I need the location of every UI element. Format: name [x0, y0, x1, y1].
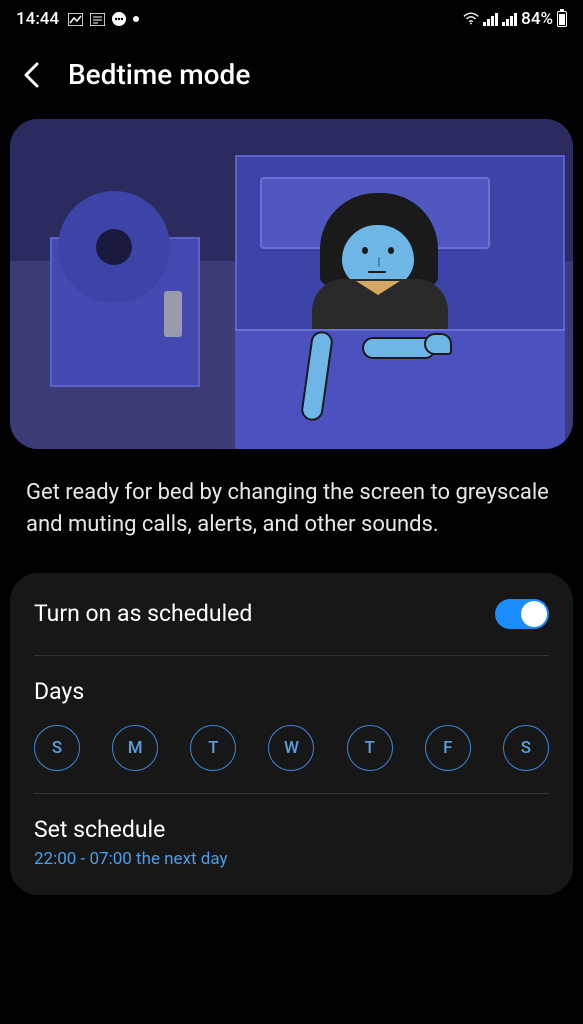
days-row: S M T W T F S [34, 725, 549, 771]
day-mon[interactable]: M [112, 725, 158, 771]
status-time: 14:44 [16, 9, 59, 29]
battery-percent: 84% [521, 9, 553, 29]
day-sun[interactable]: S [34, 725, 80, 771]
day-sat[interactable]: S [503, 725, 549, 771]
schedule-time: 22:00 - 07:00 the next day [34, 849, 549, 869]
status-bar: 14:44 84% [0, 0, 583, 38]
battery-icon [557, 11, 567, 27]
bedtime-illustration [10, 119, 573, 449]
chat-icon [111, 11, 127, 27]
day-fri[interactable]: F [425, 725, 471, 771]
days-section: Days S M T W T F S [34, 656, 549, 794]
gallery-icon [67, 11, 83, 27]
schedule-toggle[interactable] [495, 599, 549, 629]
day-wed[interactable]: W [268, 725, 314, 771]
signal-icon-2 [502, 12, 517, 26]
more-notifications-icon [133, 16, 139, 22]
days-label: Days [34, 678, 549, 705]
signal-icon-1 [483, 12, 498, 26]
description-text: Get ready for bed by changing the screen… [0, 449, 583, 573]
settings-card: Turn on as scheduled Days S M T W T F S … [10, 573, 573, 895]
schedule-toggle-row[interactable]: Turn on as scheduled [34, 573, 549, 656]
wifi-icon [463, 11, 479, 27]
page-header: Bedtime mode [0, 38, 583, 119]
back-button[interactable] [18, 61, 46, 89]
news-icon [89, 11, 105, 27]
schedule-toggle-label: Turn on as scheduled [34, 600, 252, 627]
set-schedule-row[interactable]: Set schedule 22:00 - 07:00 the next day [34, 794, 549, 895]
set-schedule-label: Set schedule [34, 816, 549, 843]
day-thu[interactable]: T [347, 725, 393, 771]
day-tue[interactable]: T [190, 725, 236, 771]
page-title: Bedtime mode [68, 58, 250, 91]
